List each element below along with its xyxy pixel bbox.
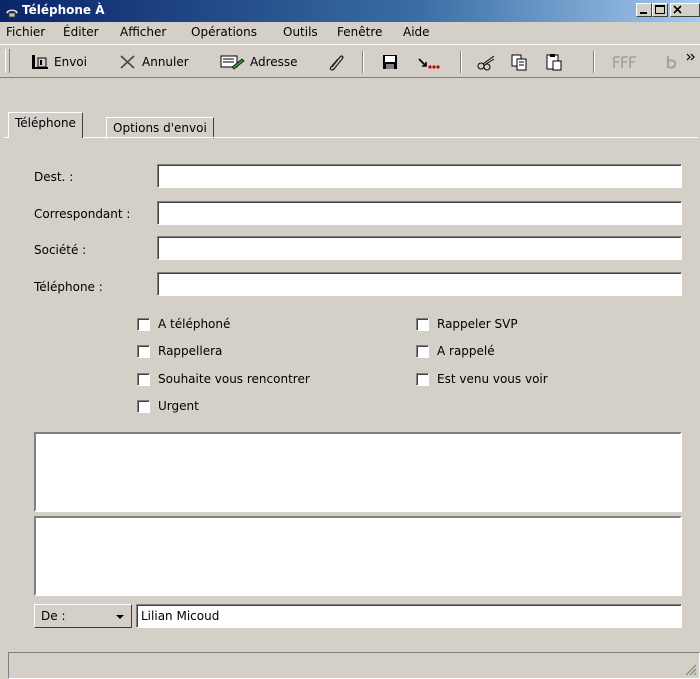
checkbox-est-venu[interactable] bbox=[416, 373, 429, 386]
correspondent-label: Correspondant : bbox=[34, 207, 131, 221]
checkbox-souhaite-rencontrer-label: Souhaite vous rencontrer bbox=[158, 372, 310, 386]
menu-fichier[interactable]: Fichier bbox=[6, 25, 45, 39]
dest-label: Dest. : bbox=[34, 170, 74, 184]
menu-outils[interactable]: Outils bbox=[283, 25, 318, 39]
checkbox-a-rappele[interactable] bbox=[416, 345, 429, 358]
cancel-x-icon bbox=[120, 55, 135, 69]
send-label: Envoi bbox=[54, 55, 87, 69]
cancel-button[interactable]: Annuler bbox=[118, 51, 189, 73]
checkbox-rappellera[interactable] bbox=[137, 345, 150, 358]
from-input[interactable] bbox=[136, 604, 682, 628]
close-icon bbox=[673, 5, 682, 14]
notes-area[interactable] bbox=[34, 516, 682, 596]
window-title: Téléphone À bbox=[22, 3, 105, 17]
toolbar: Envoi Annuler Adresse bbox=[0, 44, 700, 78]
bold-button[interactable] bbox=[664, 51, 680, 73]
attach-button[interactable] bbox=[326, 51, 346, 73]
scissors-icon bbox=[477, 55, 495, 71]
cancel-label: Annuler bbox=[142, 55, 189, 69]
paste-icon bbox=[546, 54, 562, 71]
bold-icon bbox=[667, 56, 677, 69]
chevron-down-icon bbox=[116, 615, 124, 619]
paste-button[interactable] bbox=[545, 51, 563, 73]
company-input[interactable] bbox=[157, 236, 682, 260]
menu-operations[interactable]: Opérations bbox=[191, 25, 257, 39]
menu-afficher[interactable]: Afficher bbox=[120, 25, 166, 39]
copy-button[interactable] bbox=[510, 51, 528, 73]
chevron-double-right-icon bbox=[686, 53, 695, 61]
tab-telephone[interactable]: Téléphone bbox=[8, 112, 83, 138]
menu-fenetre[interactable]: Fenêtre bbox=[337, 25, 382, 39]
toolbar-separator bbox=[362, 51, 364, 73]
phone-label: Téléphone : bbox=[34, 280, 103, 294]
telephone-icon bbox=[5, 8, 19, 18]
checkbox-rappellera-label: Rappellera bbox=[158, 344, 223, 358]
phone-dial-icon bbox=[418, 58, 440, 69]
menu-editer[interactable]: Éditer bbox=[63, 25, 99, 39]
minimize-button[interactable] bbox=[636, 3, 652, 17]
checkbox-rappeler-svp-label: Rappeler SVP bbox=[437, 317, 518, 331]
address-button[interactable]: Adresse bbox=[218, 51, 298, 73]
tab-panel-border bbox=[4, 137, 698, 139]
toolbar-separator bbox=[460, 51, 462, 73]
toolbar-separator bbox=[593, 51, 595, 73]
phone-input[interactable] bbox=[157, 272, 682, 296]
from-combo-label: De : bbox=[41, 609, 66, 623]
copy-icon bbox=[511, 54, 527, 71]
font-button[interactable] bbox=[612, 51, 638, 73]
close-button[interactable] bbox=[670, 3, 700, 17]
checkbox-urgent-label: Urgent bbox=[158, 399, 199, 413]
dest-input[interactable] bbox=[157, 164, 682, 188]
address-book-icon bbox=[220, 55, 245, 70]
checkbox-souhaite-rencontrer[interactable] bbox=[137, 373, 150, 386]
toolbar-overflow-button[interactable] bbox=[686, 47, 696, 69]
resize-grip-icon[interactable] bbox=[683, 662, 697, 676]
message-area[interactable] bbox=[34, 432, 682, 512]
tab-telephone-label: Téléphone bbox=[15, 116, 76, 130]
tab-options-envoi-label: Options d'envoi bbox=[113, 121, 207, 135]
status-bar bbox=[8, 652, 700, 679]
address-label: Adresse bbox=[250, 55, 298, 69]
company-label: Société : bbox=[34, 243, 87, 257]
minimize-icon bbox=[640, 12, 647, 14]
toolbar-grip[interactable] bbox=[5, 49, 10, 73]
title-bar[interactable]: Téléphone À bbox=[0, 0, 700, 22]
checkbox-est-venu-label: Est venu vous voir bbox=[437, 372, 548, 386]
checkbox-a-rappele-label: A rappelé bbox=[437, 344, 495, 358]
paperclip-icon bbox=[329, 55, 344, 71]
save-button[interactable] bbox=[381, 51, 399, 73]
send-button[interactable]: Envoi bbox=[30, 51, 87, 73]
checkbox-rappeler-svp[interactable] bbox=[416, 318, 429, 331]
maximize-icon bbox=[655, 5, 665, 14]
cut-button[interactable] bbox=[476, 51, 496, 73]
checkbox-a-telephone[interactable] bbox=[137, 318, 150, 331]
checkbox-a-telephone-label: A téléphoné bbox=[158, 317, 231, 331]
tab-options-envoi[interactable]: Options d'envoi bbox=[106, 117, 214, 139]
checkbox-urgent[interactable] bbox=[137, 400, 150, 413]
send-icon bbox=[32, 55, 48, 69]
phone-dial-button[interactable] bbox=[416, 51, 442, 73]
maximize-button[interactable] bbox=[652, 3, 668, 17]
font-icon bbox=[613, 56, 636, 68]
menu-aide[interactable]: Aide bbox=[403, 25, 430, 39]
floppy-disk-icon bbox=[383, 55, 397, 69]
from-combo[interactable]: De : bbox=[34, 604, 132, 628]
correspondent-input[interactable] bbox=[157, 201, 682, 225]
menu-bar: Fichier Éditer Afficher Opérations Outil… bbox=[0, 22, 700, 42]
